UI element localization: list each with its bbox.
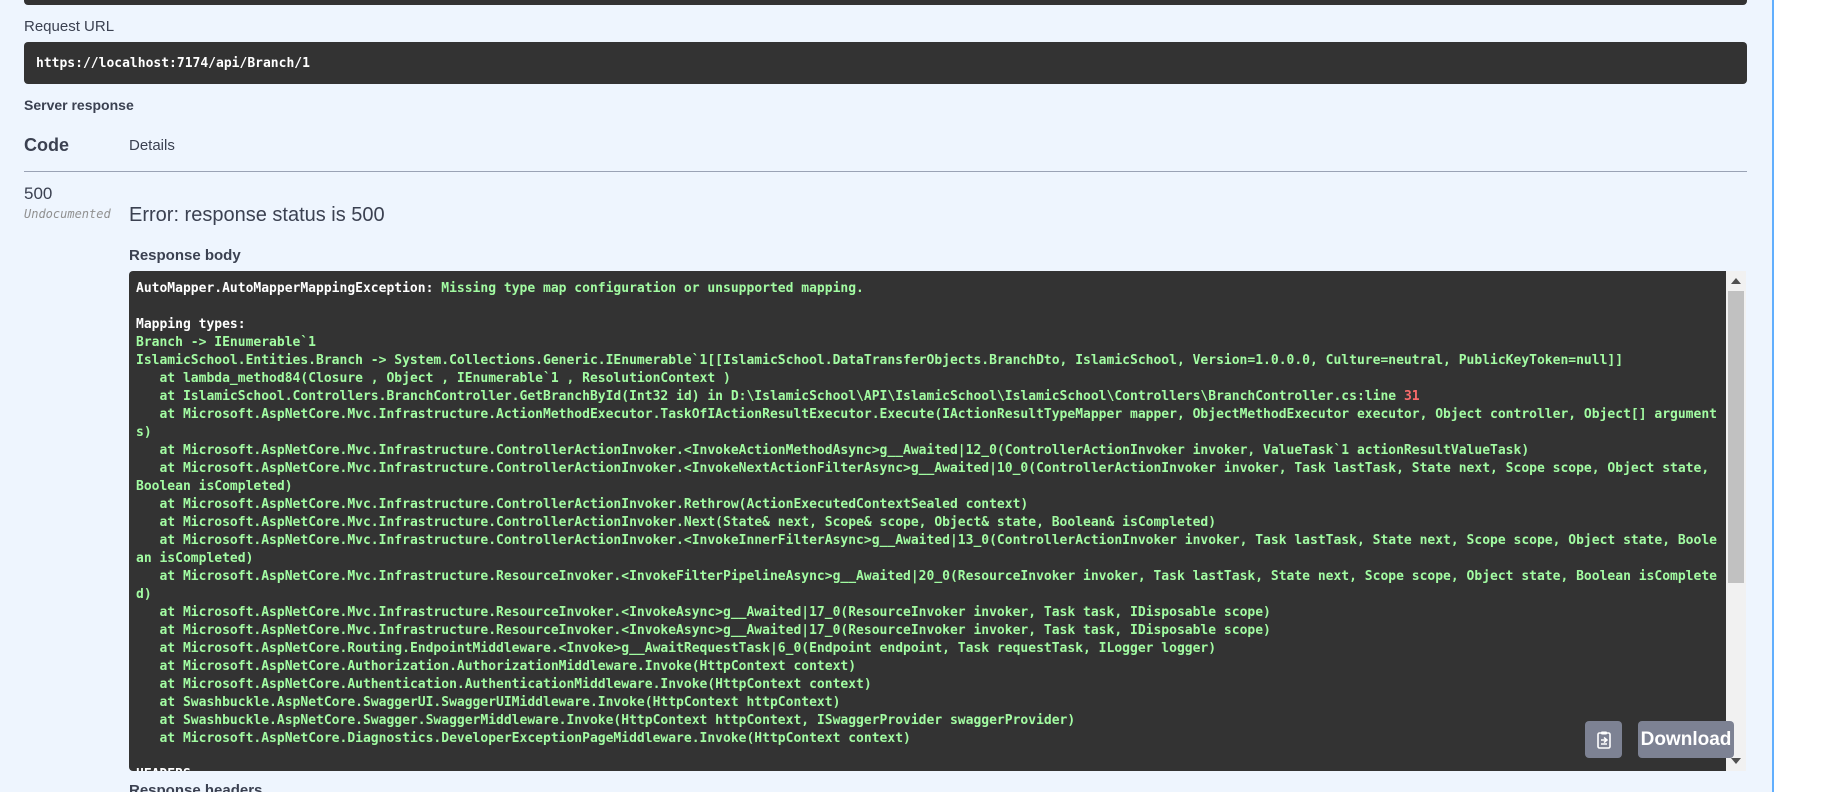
response-body-value: at Microsoft.AspNetCore.Authentication.A… (136, 677, 872, 692)
response-body-value: at Microsoft.AspNetCore.Mvc.Infrastructu… (136, 461, 1717, 494)
response-body-value: at Microsoft.AspNetCore.Routing.Endpoint… (136, 641, 1217, 656)
response-body-line: at Microsoft.AspNetCore.Mvc.Infrastructu… (136, 568, 1719, 604)
response-code: 500 (24, 184, 53, 203)
response-body-line: at IslamicSchool.Controllers.BranchContr… (136, 388, 1719, 406)
response-body-line: at Microsoft.AspNetCore.Mvc.Infrastructu… (136, 496, 1719, 514)
download-button[interactable]: Download (1638, 721, 1734, 758)
response-body-value: at Microsoft.AspNetCore.Mvc.Infrastructu… (136, 443, 1530, 458)
response-body-value: at Microsoft.AspNetCore.Mvc.Infrastructu… (136, 605, 1271, 620)
response-body-line (136, 298, 1719, 316)
response-body-value: at Swashbuckle.AspNetCore.SwaggerUI.Swag… (136, 695, 841, 710)
response-body-number: 31 (1403, 389, 1420, 404)
error-message: Error: response status is 500 (129, 204, 385, 226)
clipboard-copy-icon (1596, 731, 1611, 749)
response-body-value: Missing type map configuration or unsupp… (433, 281, 864, 296)
column-header-code: Code (24, 135, 69, 155)
response-body-value: at Microsoft.AspNetCore.Mvc.Infrastructu… (136, 623, 1271, 638)
header-divider (24, 171, 1747, 172)
response-body-value: IslamicSchool.Entities.Branch -> System.… (136, 353, 1624, 368)
response-body-line: Branch -> IEnumerable`1 (136, 334, 1719, 352)
response-code-note: Undocumented (24, 207, 111, 221)
response-body-value: at Microsoft.AspNetCore.Mvc.Infrastructu… (136, 569, 1717, 602)
response-body-value: at IslamicSchool.Controllers.BranchContr… (136, 389, 1404, 404)
response-body-value: at Microsoft.AspNetCore.Diagnostics.Deve… (136, 731, 911, 746)
response-body-key: AutoMapper.AutoMapperMappingException: (136, 281, 434, 296)
top-bar (24, 0, 1747, 5)
response-body-line: at Microsoft.AspNetCore.Diagnostics.Deve… (136, 730, 1719, 748)
scroll-up-icon[interactable] (1731, 278, 1741, 284)
response-body-line: at Swashbuckle.AspNetCore.Swagger.Swagge… (136, 712, 1719, 730)
response-body-value: at Microsoft.AspNetCore.Authorization.Au… (136, 659, 857, 674)
response-body-line (136, 748, 1719, 766)
response-body-scrollbar[interactable] (1726, 271, 1746, 771)
response-body-line: at Microsoft.AspNetCore.Mvc.Infrastructu… (136, 442, 1719, 460)
response-body-value: at lambda_method84(Closure , Object , IE… (136, 371, 731, 386)
response-body-value: at Microsoft.AspNetCore.Mvc.Infrastructu… (136, 497, 1029, 512)
column-header-details: Details (129, 137, 175, 154)
response-body-line: at Microsoft.AspNetCore.Mvc.Infrastructu… (136, 406, 1719, 442)
scroll-down-icon[interactable] (1731, 758, 1741, 764)
response-body-line: at Microsoft.AspNetCore.Mvc.Infrastructu… (136, 532, 1719, 568)
response-body-line: at Microsoft.AspNetCore.Mvc.Infrastructu… (136, 604, 1719, 622)
response-body-key: Mapping types: (136, 317, 246, 332)
request-url-label: Request URL (24, 18, 115, 35)
response-body[interactable]: AutoMapper.AutoMapperMappingException: M… (129, 271, 1726, 771)
response-body-line: at Microsoft.AspNetCore.Mvc.Infrastructu… (136, 514, 1719, 532)
request-url-box[interactable]: https://localhost:7174/api/Branch/1 (24, 42, 1747, 84)
response-body-value: Branch -> IEnumerable`1 (136, 335, 317, 350)
response-body-line: Mapping types: (136, 316, 1719, 334)
response-body-line: at lambda_method84(Closure , Object , IE… (136, 370, 1719, 388)
response-body-line: HEADERS (136, 766, 1719, 771)
response-body-line: at Microsoft.AspNetCore.Authentication.A… (136, 676, 1719, 694)
response-headers-label: Response headers (129, 782, 263, 792)
response-body-value: at Microsoft.AspNetCore.Mvc.Infrastructu… (136, 407, 1717, 440)
response-body-line: at Swashbuckle.AspNetCore.SwaggerUI.Swag… (136, 694, 1719, 712)
response-body-value: at Microsoft.AspNetCore.Mvc.Infrastructu… (136, 515, 1217, 530)
scroll-thumb[interactable] (1728, 291, 1744, 583)
response-body-line: at Microsoft.AspNetCore.Routing.Endpoint… (136, 640, 1719, 658)
operation-panel: Request URL https://localhost:7174/api/B… (0, 0, 1774, 792)
response-body-value: at Microsoft.AspNetCore.Mvc.Infrastructu… (136, 533, 1717, 566)
response-body-value: at Swashbuckle.AspNetCore.Swagger.Swagge… (136, 713, 1076, 728)
response-body-line: AutoMapper.AutoMapperMappingException: M… (136, 280, 1719, 298)
response-body-label: Response body (129, 247, 241, 264)
response-body-key: HEADERS (136, 767, 191, 771)
response-body-line: at Microsoft.AspNetCore.Authorization.Au… (136, 658, 1719, 676)
response-body-text: AutoMapper.AutoMapperMappingException: M… (129, 271, 1726, 771)
response-body-line: IslamicSchool.Entities.Branch -> System.… (136, 352, 1719, 370)
server-response-label: Server response (24, 97, 134, 113)
response-body-line: at Microsoft.AspNetCore.Mvc.Infrastructu… (136, 460, 1719, 496)
response-body-line: at Microsoft.AspNetCore.Mvc.Infrastructu… (136, 622, 1719, 640)
copy-button[interactable] (1585, 721, 1622, 758)
request-url-text: https://localhost:7174/api/Branch/1 (36, 55, 310, 71)
